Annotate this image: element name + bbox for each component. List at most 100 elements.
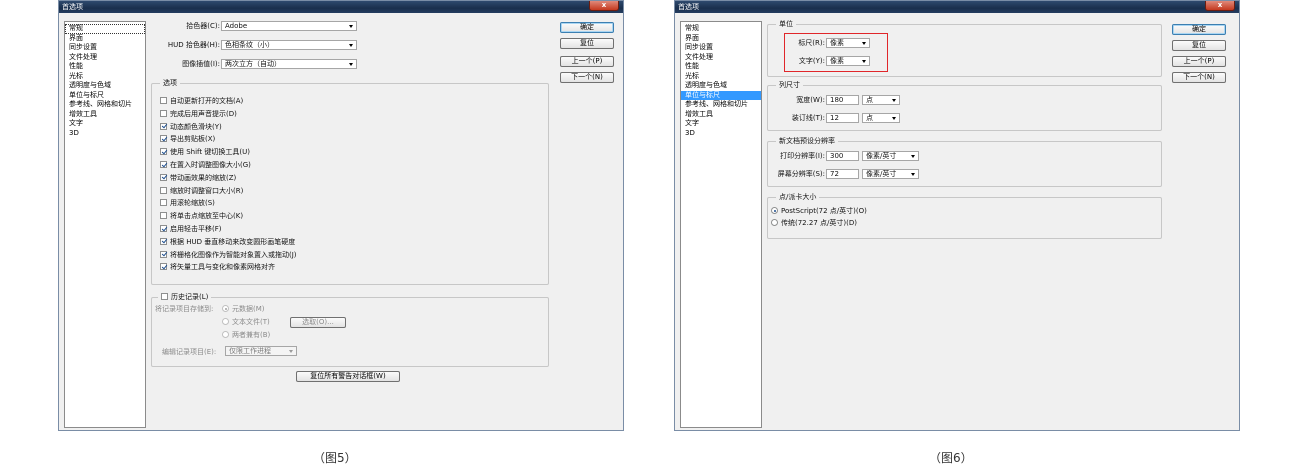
radio-text-file[interactable]: 文本文件(T) bbox=[222, 317, 270, 327]
sidebar-item-file-handling[interactable]: 文件处理 bbox=[681, 53, 761, 63]
option-checkbox-5[interactable]: 在置入时调整图像大小(G) bbox=[160, 160, 251, 170]
option-checkbox-13[interactable]: 将矢量工具与变化和像素网格对齐 bbox=[160, 262, 275, 272]
checkbox-empty-icon[interactable] bbox=[160, 109, 167, 117]
sidebar-item-general[interactable]: 常规 bbox=[65, 24, 145, 34]
sidebar-item-guides-grid[interactable]: 参考线、网格和切片 bbox=[65, 100, 145, 110]
print-resolution-input[interactable]: 300 bbox=[826, 151, 859, 161]
reset-warnings-button[interactable]: 复位所有警告对话框(W) bbox=[296, 371, 400, 382]
option-label: 导出剪贴板(X) bbox=[170, 135, 216, 144]
checkbox-checked-icon[interactable] bbox=[160, 161, 167, 168]
sidebar-item-performance[interactable]: 性能 bbox=[681, 62, 761, 72]
option-checkbox-6[interactable]: 带动画效果的缩放(Z) bbox=[160, 173, 236, 183]
checkbox-empty-icon[interactable] bbox=[160, 97, 167, 104]
radio-metadata[interactable]: 元数据(M) bbox=[222, 304, 265, 314]
sidebar-item-plugins[interactable]: 增效工具 bbox=[681, 110, 761, 120]
width-input[interactable]: 180 bbox=[826, 95, 859, 105]
close-button[interactable]: x bbox=[1205, 1, 1235, 11]
option-checkbox-0[interactable]: 自动更新打开的文档(A) bbox=[160, 96, 243, 106]
sidebar-item-cursors[interactable]: 光标 bbox=[65, 72, 145, 82]
checkbox-checked-icon[interactable] bbox=[160, 237, 167, 245]
edit-log-label: 编辑记录项目(E): bbox=[162, 348, 217, 356]
radio-traditional[interactable]: 传统(72.27 点/英寸)(D) bbox=[771, 218, 857, 228]
option-checkbox-10[interactable]: 启用轻击平移(F) bbox=[160, 224, 222, 234]
next-button[interactable]: 下一个(N) bbox=[560, 72, 614, 83]
sidebar-item-type[interactable]: 文字 bbox=[65, 119, 145, 129]
title-bar: 首选项 x bbox=[675, 1, 1239, 13]
sidebar-item-file-handling[interactable]: 文件处理 bbox=[65, 53, 145, 63]
close-button[interactable]: x bbox=[589, 1, 619, 11]
prev-button[interactable]: 上一个(P) bbox=[560, 56, 614, 67]
option-checkbox-12[interactable]: 将栅格化图像作为智能对象置入或拖动(J) bbox=[160, 250, 297, 260]
sidebar-item-transparency[interactable]: 透明度与色域 bbox=[681, 81, 761, 91]
edit-log-select[interactable]: 仅限工作进程 bbox=[225, 346, 297, 356]
checkbox-checked-icon[interactable] bbox=[160, 148, 167, 156]
option-checkbox-9[interactable]: 将单击点缩放至中心(K) bbox=[160, 211, 243, 221]
screen-resolution-unit-select[interactable]: 像素/英寸 bbox=[862, 169, 919, 179]
radio-both[interactable]: 两者兼有(B) bbox=[222, 330, 270, 340]
checkbox-checked-icon[interactable] bbox=[160, 122, 167, 130]
checkbox-checked-icon[interactable] bbox=[160, 135, 167, 143]
sidebar-item-plugins[interactable]: 增效工具 bbox=[65, 110, 145, 120]
checkbox-empty-icon[interactable] bbox=[160, 199, 167, 207]
preferences-dialog-general: 首选项 x 常规 界面 同步设置 文件处理 性能 光标 透明度与色域 单位与标尺… bbox=[58, 0, 624, 431]
checkbox-empty-icon[interactable] bbox=[160, 186, 167, 194]
resolution-group-title: 新文档预设分辨率 bbox=[776, 137, 838, 146]
width-unit-select[interactable]: 点 bbox=[862, 95, 900, 105]
reset-button[interactable]: 复位 bbox=[560, 38, 614, 49]
option-label: 启用轻击平移(F) bbox=[170, 225, 222, 233]
sidebar-item-performance[interactable]: 性能 bbox=[65, 62, 145, 72]
next-button[interactable]: 下一个(N) bbox=[1172, 72, 1226, 83]
prev-button[interactable]: 上一个(P) bbox=[1172, 56, 1226, 67]
sidebar-item-sync[interactable]: 同步设置 bbox=[681, 43, 761, 53]
chevron-down-icon bbox=[892, 117, 896, 120]
gutter-label: 装订线(T): bbox=[791, 114, 825, 122]
option-checkbox-1[interactable]: 完成后用声音提示(D) bbox=[160, 109, 237, 119]
option-checkbox-7[interactable]: 缩放时调整窗口大小(R) bbox=[160, 186, 243, 196]
sidebar-item-3d[interactable]: 3D bbox=[681, 129, 761, 139]
sidebar-item-units-rulers[interactable]: 单位与标尺 bbox=[681, 90, 761, 100]
sidebar-item-interface[interactable]: 界面 bbox=[65, 34, 145, 44]
history-checkbox[interactable] bbox=[161, 293, 168, 300]
hud-picker-select[interactable]: 色相条纹（小） bbox=[221, 40, 357, 50]
screen-resolution-input[interactable]: 72 bbox=[826, 169, 859, 179]
type-unit-select[interactable]: 像素 bbox=[826, 56, 870, 66]
option-checkbox-3[interactable]: 导出剪贴板(X) bbox=[160, 134, 215, 144]
color-picker-label: 拾色器(C): bbox=[186, 22, 220, 30]
column-size-group: 列尺寸 bbox=[767, 81, 1162, 131]
color-picker-value: Adobe bbox=[225, 22, 248, 30]
color-picker-select[interactable]: Adobe bbox=[221, 21, 357, 31]
checkbox-empty-icon[interactable] bbox=[160, 212, 167, 220]
option-label: 完成后用声音提示(D) bbox=[170, 109, 237, 118]
gutter-input[interactable]: 12 bbox=[826, 113, 859, 123]
sidebar-item-guides-grid[interactable]: 参考线、网格和切片 bbox=[681, 100, 761, 110]
ok-button[interactable]: 确定 bbox=[560, 22, 614, 33]
ok-button[interactable]: 确定 bbox=[1172, 24, 1226, 35]
sidebar-item-interface[interactable]: 界面 bbox=[681, 34, 761, 44]
sidebar-item-transparency[interactable]: 透明度与色域 bbox=[65, 81, 145, 91]
ruler-unit-select[interactable]: 像素 bbox=[826, 38, 870, 48]
history-label: 历史记录(L) bbox=[171, 293, 209, 301]
sidebar-item-3d[interactable]: 3D bbox=[65, 129, 145, 139]
history-group-title[interactable]: 历史记录(L) bbox=[158, 293, 212, 302]
choose-button[interactable]: 选取(O)... bbox=[290, 317, 346, 328]
checkbox-checked-icon[interactable] bbox=[160, 263, 167, 271]
print-resolution-unit-select[interactable]: 像素/英寸 bbox=[862, 151, 919, 161]
interpolation-select[interactable]: 两次立方（自动） bbox=[221, 59, 357, 69]
option-checkbox-2[interactable]: 动态颜色滑块(Y) bbox=[160, 122, 222, 132]
print-resolution-label: 打印分辨率(I): bbox=[780, 152, 825, 160]
checkbox-checked-icon[interactable] bbox=[160, 250, 167, 258]
reset-button[interactable]: 复位 bbox=[1172, 40, 1226, 51]
option-checkbox-11[interactable]: 根据 HUD 垂直移动来改变圆形画笔硬度 bbox=[160, 237, 295, 247]
sidebar-item-general[interactable]: 常规 bbox=[681, 24, 761, 34]
radio-postscript[interactable]: PostScript(72 点/英寸)(O) bbox=[771, 206, 867, 216]
sidebar-item-sync[interactable]: 同步设置 bbox=[65, 43, 145, 53]
sidebar-item-units-rulers[interactable]: 单位与标尺 bbox=[65, 91, 145, 101]
sidebar-item-type[interactable]: 文字 bbox=[681, 119, 761, 129]
figure-caption-6: （图6） bbox=[929, 451, 973, 465]
checkbox-checked-icon[interactable] bbox=[160, 173, 167, 181]
option-checkbox-8[interactable]: 用滚轮缩放(S) bbox=[160, 198, 215, 208]
sidebar-item-cursors[interactable]: 光标 bbox=[681, 72, 761, 82]
gutter-unit-select[interactable]: 点 bbox=[862, 113, 900, 123]
option-checkbox-4[interactable]: 使用 Shift 键切换工具(U) bbox=[160, 147, 250, 157]
checkbox-checked-icon[interactable] bbox=[160, 225, 167, 232]
